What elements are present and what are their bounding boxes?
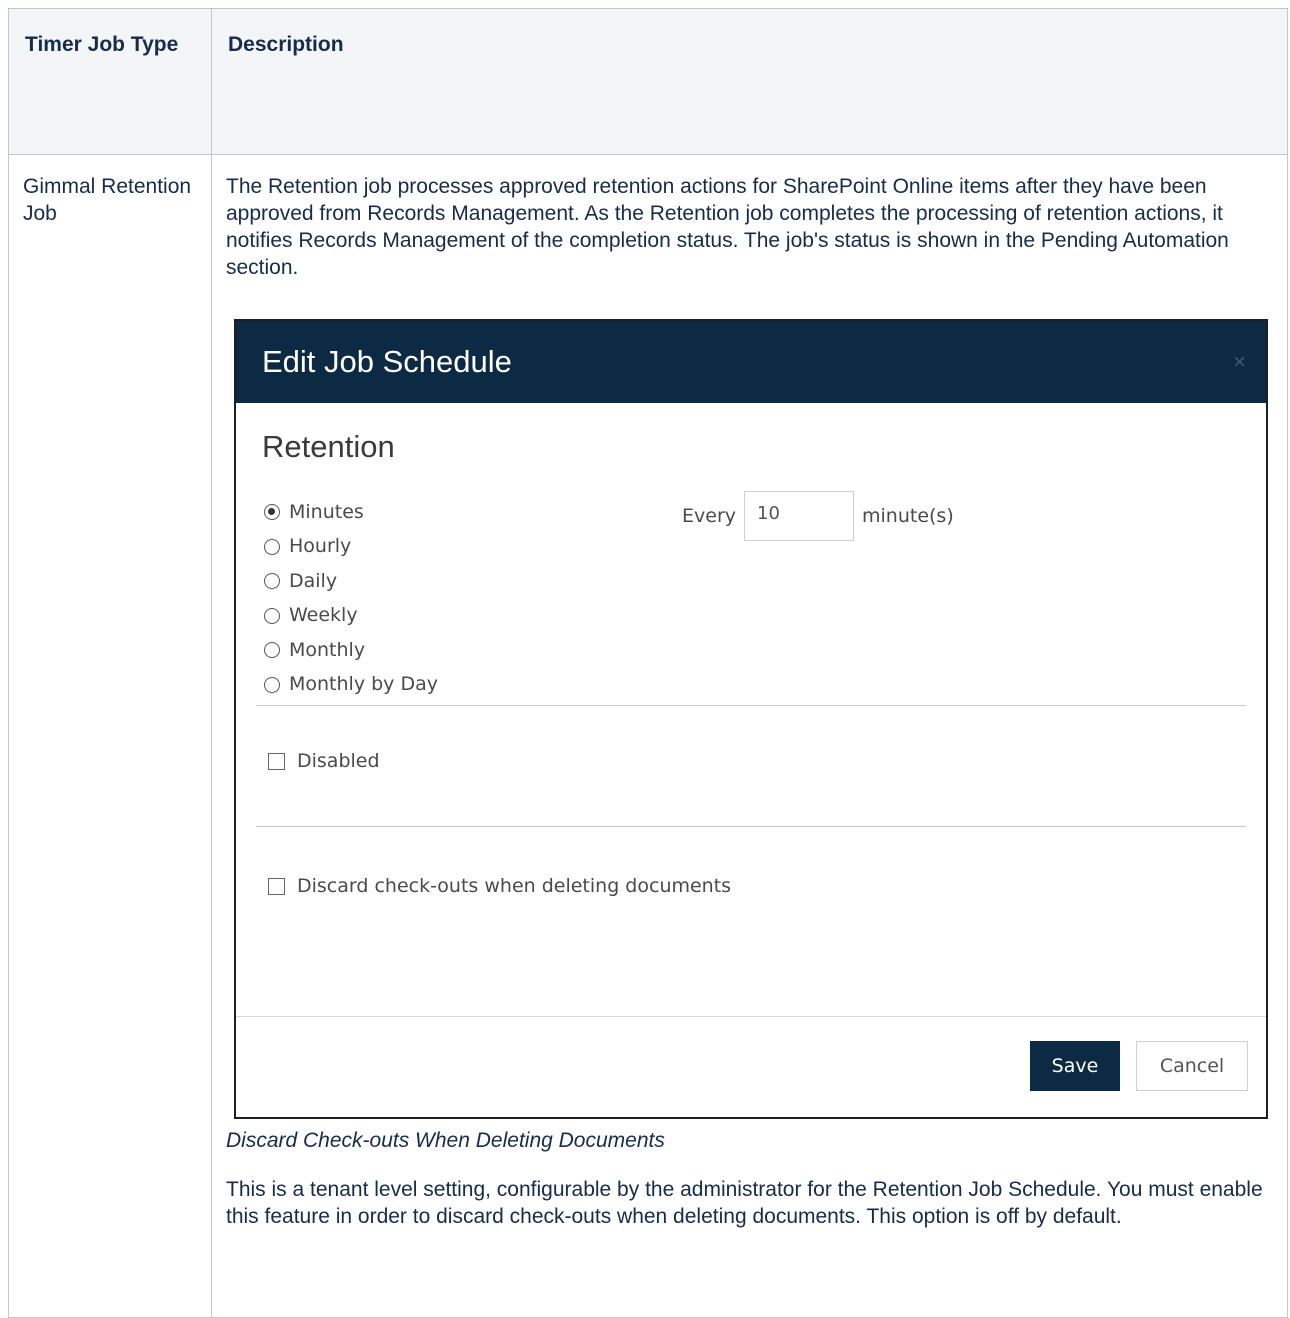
discard-checkouts-checkbox[interactable]: [268, 878, 285, 895]
dialog-title: Edit Job Schedule: [262, 344, 512, 379]
description-text: The Retention job processes approved ret…: [226, 175, 1229, 279]
every-label: Every: [682, 504, 736, 527]
disabled-row: Disabled: [236, 706, 1266, 826]
radio-monthly-by-day[interactable]: Monthly by Day: [264, 668, 438, 703]
dialog-header: Edit Job Schedule ×: [236, 321, 1266, 403]
header-description: Description: [211, 8, 1288, 155]
disabled-label: Disabled: [297, 750, 380, 772]
header-timer-job-type: Timer Job Type: [8, 8, 212, 155]
radio-weekly[interactable]: Weekly: [264, 599, 438, 634]
save-button[interactable]: Save: [1030, 1041, 1120, 1091]
radio-unchecked-icon[interactable]: [264, 642, 280, 659]
every-interval-input[interactable]: 10: [744, 491, 854, 541]
edit-job-schedule-dialog: Edit Job Schedule × Retention Minutes Ho…: [234, 319, 1268, 1119]
every-interval-group: Every 10 minute(s): [682, 491, 954, 541]
radio-unchecked-icon[interactable]: [264, 538, 280, 555]
radio-label: Weekly: [289, 604, 358, 627]
radio-label: Hourly: [289, 535, 352, 558]
frequency-area: Minutes Hourly Daily Weekly Monthly Mont…: [236, 491, 1266, 705]
radio-minutes[interactable]: Minutes: [264, 495, 438, 530]
table-header-row: Timer Job Type Description: [8, 8, 1288, 155]
close-icon[interactable]: ×: [1233, 321, 1246, 403]
radio-label: Daily: [289, 569, 338, 592]
discard-row: Discard check-outs when deleting documen…: [236, 827, 1266, 977]
table-row: Gimmal Retention Job The Retention job p…: [8, 154, 1288, 1318]
frequency-radio-group: Minutes Hourly Daily Weekly Monthly Mont…: [264, 495, 438, 702]
figure-caption: Discard Check-outs When Deleting Documen…: [226, 1129, 665, 1152]
radio-hourly[interactable]: Hourly: [264, 530, 438, 565]
description-cell: The Retention job processes approved ret…: [211, 154, 1288, 1318]
radio-label: Monthly: [289, 638, 366, 661]
timer-job-type-cell: Gimmal Retention Job: [8, 154, 212, 1318]
radio-daily[interactable]: Daily: [264, 564, 438, 599]
discard-label: Discard check-outs when deleting documen…: [297, 875, 732, 897]
disabled-checkbox[interactable]: [268, 753, 285, 770]
cancel-button[interactable]: Cancel: [1136, 1041, 1248, 1091]
disabled-checkbox-row[interactable]: Disabled: [236, 706, 1266, 775]
radio-label: Minutes: [289, 500, 364, 523]
radio-label: Monthly by Day: [289, 673, 438, 696]
dialog-footer: Save Cancel: [236, 1016, 1266, 1117]
radio-checked-icon[interactable]: [264, 504, 280, 521]
radio-monthly[interactable]: Monthly: [264, 633, 438, 668]
discard-checkbox-row[interactable]: Discard check-outs when deleting documen…: [236, 827, 1266, 900]
radio-unchecked-icon[interactable]: [264, 573, 280, 590]
section-title: Retention: [262, 429, 395, 464]
radio-unchecked-icon[interactable]: [264, 676, 280, 693]
every-unit-label: minute(s): [862, 504, 954, 527]
timer-job-table: Timer Job Type Description Gimmal Retent…: [8, 8, 1288, 1318]
radio-unchecked-icon[interactable]: [264, 607, 280, 624]
note-text: This is a tenant level setting, configur…: [226, 1178, 1263, 1228]
